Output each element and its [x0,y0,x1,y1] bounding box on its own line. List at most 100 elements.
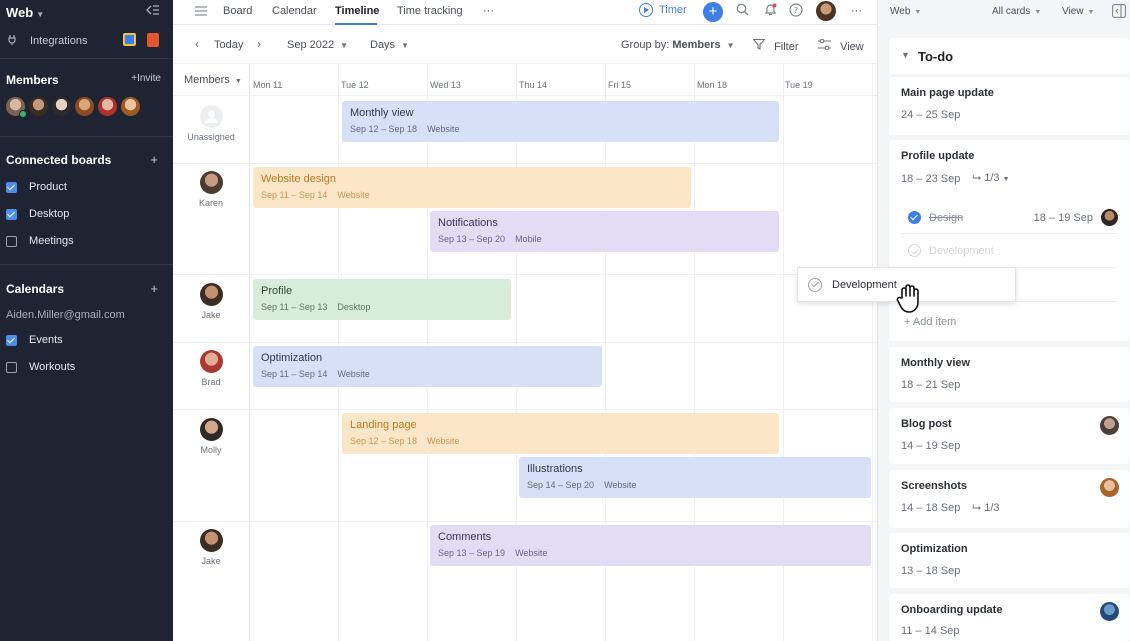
checkbox-checked-icon[interactable] [6,181,17,193]
avatar[interactable] [75,97,94,116]
board-item-meetings[interactable]: Meetings [6,235,74,247]
divider [0,136,173,137]
day-label: Tue 19 [785,80,813,90]
user-avatar[interactable] [816,1,836,21]
task-title: Profile [261,285,293,297]
group-by-prefix: Group by: [621,39,670,51]
add-calendar-icon[interactable]: + [150,281,158,296]
office-icon[interactable] [147,33,159,47]
filter-button[interactable]: Filter [752,38,799,53]
column-header-to-do[interactable]: ▼ To-do [889,38,1129,74]
checkbox-checked-icon[interactable] [6,208,17,220]
checkbox-unchecked-icon[interactable] [908,244,921,257]
task-bar-comments[interactable]: Comments Sep 13 – Sep 19 Website [430,525,871,566]
board-label: Desktop [29,208,70,220]
members-column-select[interactable]: Members ▼ [184,74,242,86]
card-main-page-update[interactable]: Main page update 24 – 25 Sep [889,77,1129,135]
prev-icon[interactable]: ‹ [195,37,199,51]
checkbox-unchecked-icon[interactable] [6,235,17,247]
subtask-item-design[interactable]: Design 18 – 19 Sep [908,209,1118,226]
task-bar-landing-page[interactable]: Landing page Sep 12 – Sep 18 Website [342,413,779,454]
help-icon[interactable]: ? [789,3,803,20]
integrations-link[interactable]: Integrations [6,33,87,48]
subtask-toggle[interactable]: ⮡ 1/3 ▼ [972,172,1009,185]
google-calendar-icon[interactable] [123,33,136,46]
board-select[interactable]: Web ▼ [890,6,921,17]
avatar [199,418,223,441]
task-bar-monthly-view[interactable]: Monthly view Sep 12 – Sep 18 Website [342,101,779,142]
board-label: Meetings [29,235,74,247]
scale-label: Days [370,39,396,51]
task-title: Notifications [438,217,498,229]
task-bar-illustrations[interactable]: Illustrations Sep 14 – Sep 20 Website [519,457,871,498]
row-divider [173,409,877,410]
card-profile-update[interactable]: Profile update 18 – 23 Sep ⮡ 1/3 ▼ Desig… [889,140,1129,341]
card-optimization[interactable]: Optimization 13 – 18 Sep [889,533,1129,588]
task-bar-optimization[interactable]: Optimization Sep 11 – Sep 14 Website [253,346,602,387]
more-tabs-icon[interactable]: ··· [483,5,494,17]
avatar[interactable] [52,97,71,116]
view-button[interactable]: View [818,38,864,53]
add-board-icon[interactable]: + [150,152,158,167]
cards-filter-label: All cards [992,6,1031,17]
tab-board[interactable]: Board [223,5,252,17]
task-meta: Sep 12 – Sep 18 Website [350,124,460,134]
svg-text:?: ? [794,6,798,15]
card-monthly-view[interactable]: Monthly view 18 – 21 Sep [889,347,1129,402]
collapse-sidebar-icon[interactable] [146,4,160,19]
task-bar-website-design[interactable]: Website design Sep 11 – Sep 14 Website [253,167,691,208]
task-title: Landing page [350,419,417,431]
tab-time-tracking[interactable]: Time tracking [397,5,463,17]
today-button[interactable]: Today [214,39,243,51]
card-onboarding-update[interactable]: Onboarding update 11 – 14 Sep [889,594,1129,641]
invite-button[interactable]: +Invite [131,73,161,84]
grid-line [249,64,250,641]
task-bar-notifications[interactable]: Notifications Sep 13 – Sep 20 Mobile [430,211,779,252]
card-title: Profile update [901,150,975,162]
board-select-label: Web [890,6,911,17]
group-by-select[interactable]: Group by: Members ▼ [621,39,735,51]
checkbox-checked-icon[interactable] [6,334,17,346]
add-item-button[interactable]: + Add item [904,316,956,328]
calendar-item-workouts[interactable]: Workouts [6,361,75,373]
card-blog-post[interactable]: Blog post 14 – 19 Sep [889,408,1129,464]
menu-icon[interactable] [195,5,207,19]
task-meta: Sep 12 – Sep 18 Website [350,436,460,446]
avatar[interactable] [98,97,117,116]
cards-filter-select[interactable]: All cards ▼ [992,6,1041,17]
checkbox-checked-icon[interactable] [908,211,921,224]
board-item-desktop[interactable]: Desktop [6,208,69,220]
tab-calendar[interactable]: Calendar [272,5,317,17]
notifications-icon[interactable] [764,3,777,19]
add-button[interactable]: + [703,2,723,22]
timer-button[interactable]: Timer [639,3,687,17]
account-email: Aiden.Miller@gmail.com [6,309,125,321]
day-label: Fri 15 [608,80,632,90]
member-name: Molly [200,445,222,455]
card-screenshots[interactable]: Screenshots 14 – 18 Sep ⮡ 1/3 [889,470,1129,528]
more-options-icon[interactable]: ··· [851,5,862,17]
tab-timeline[interactable]: Timeline [335,5,379,17]
search-icon[interactable] [736,3,749,19]
card-panel: Web ▼ All cards ▼ View ▼ ▼ To-do Main page … [877,0,1130,641]
avatar[interactable] [29,97,48,116]
task-meta: Sep 11 – Sep 14 Website [261,369,370,379]
chevron-down-icon[interactable]: ▼ [901,50,910,60]
panel-view-select[interactable]: View ▼ [1062,6,1094,17]
month-select[interactable]: Sep 2022 ▼ [287,39,348,51]
checkbox-unchecked-icon[interactable] [6,361,17,373]
member-avatars [6,97,140,118]
scale-select[interactable]: Days ▼ [370,39,409,51]
board-item-product[interactable]: Product [6,181,67,193]
workspace-switcher[interactable]: Web ▼ [6,5,44,20]
next-icon[interactable]: › [257,37,261,51]
card-title: Monthly view [901,357,971,369]
collapse-panel-icon[interactable] [1112,4,1126,21]
subtask-toggle[interactable]: ⮡ 1/3 [972,502,999,515]
task-bar-profile[interactable]: Profile Sep 11 – Sep 13 Desktop [253,279,511,320]
avatar[interactable] [121,97,140,116]
subtask-item-development[interactable]: Development [908,244,994,257]
calendar-item-events[interactable]: Events [6,334,63,346]
avatar[interactable] [6,97,27,118]
row-divider [173,342,877,343]
